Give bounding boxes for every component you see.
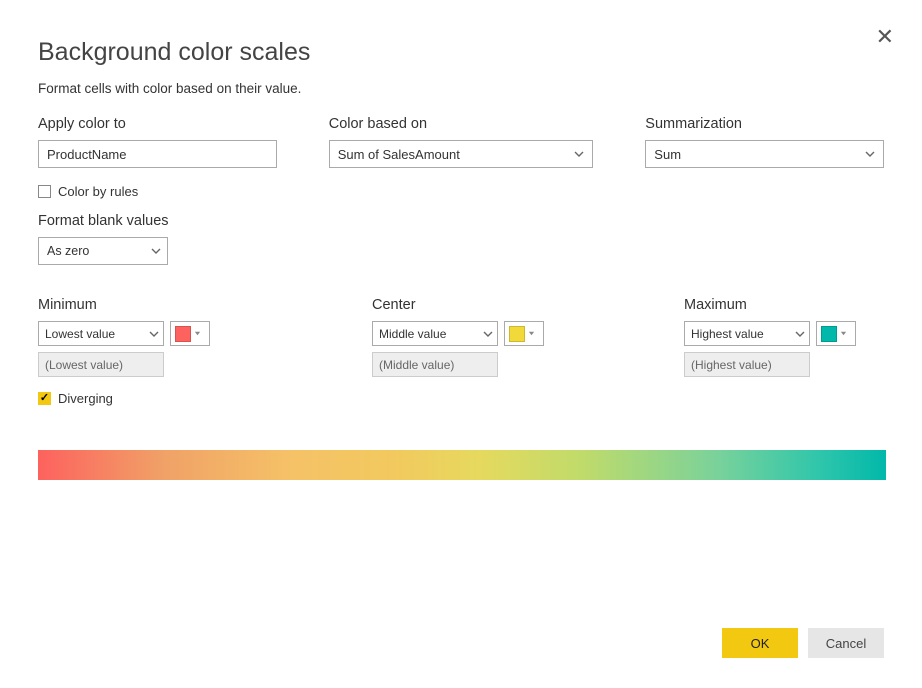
maximum-mode-value: Highest value <box>691 327 764 341</box>
chevron-down-icon <box>574 149 584 159</box>
checkbox-checked-icon <box>38 392 51 405</box>
maximum-label: Maximum <box>684 297 884 313</box>
maximum-value-readout: (Highest value) <box>684 352 810 377</box>
format-blank-label: Format blank values <box>38 213 884 229</box>
summarization-label: Summarization <box>645 116 884 132</box>
maximum-color-picker[interactable] <box>816 321 856 346</box>
center-mode-value: Middle value <box>379 327 446 341</box>
color-based-on-select[interactable]: Sum of SalesAmount <box>329 140 594 168</box>
gradient-preview <box>38 450 886 480</box>
minimum-label: Minimum <box>38 297 238 313</box>
summarization-field: Summarization Sum <box>645 116 884 168</box>
chevron-down-icon <box>865 149 875 159</box>
center-readout-text: (Middle value) <box>379 358 454 372</box>
color-by-rules-label: Color by rules <box>58 184 138 199</box>
cancel-button-label: Cancel <box>826 636 866 651</box>
maximum-group: Maximum Highest value (Highest value) <box>684 297 884 377</box>
ok-button-label: OK <box>751 636 770 651</box>
center-color-picker[interactable] <box>504 321 544 346</box>
top-fields-row: Apply color to ProductName Color based o… <box>38 116 884 168</box>
apply-color-to-value: ProductName <box>47 147 126 162</box>
summarization-select[interactable]: Sum <box>645 140 884 168</box>
minimum-mode-select[interactable]: Lowest value <box>38 321 164 346</box>
minimum-color-swatch <box>175 326 191 342</box>
color-by-rules-checkbox[interactable]: Color by rules <box>38 184 884 199</box>
dropdown-triangle-icon <box>528 330 535 337</box>
chevron-down-icon <box>151 246 161 256</box>
background-color-scales-dialog: ✕ Background color scales Format cells w… <box>0 0 922 688</box>
apply-color-to-field: Apply color to ProductName <box>38 116 277 168</box>
center-mode-select[interactable]: Middle value <box>372 321 498 346</box>
dialog-subtitle: Format cells with color based on their v… <box>38 81 884 96</box>
color-based-on-value: Sum of SalesAmount <box>338 147 460 162</box>
color-based-on-field: Color based on Sum of SalesAmount <box>329 116 594 168</box>
chevron-down-icon <box>149 329 159 339</box>
center-value-readout: (Middle value) <box>372 352 498 377</box>
ok-button[interactable]: OK <box>722 628 798 658</box>
maximum-readout-text: (Highest value) <box>691 358 772 372</box>
dropdown-triangle-icon <box>194 330 201 337</box>
chevron-down-icon <box>795 329 805 339</box>
minimum-readout-text: (Lowest value) <box>45 358 123 372</box>
diverging-label: Diverging <box>58 391 113 406</box>
scale-controls-row: Minimum Lowest value (Lowest value) <box>38 297 884 377</box>
minimum-color-picker[interactable] <box>170 321 210 346</box>
center-group: Center Middle value (Middle value) <box>372 297 572 377</box>
dropdown-triangle-icon <box>840 330 847 337</box>
diverging-checkbox[interactable]: Diverging <box>38 391 884 406</box>
format-blank-select[interactable]: As zero <box>38 237 168 265</box>
close-button[interactable]: ✕ <box>876 26 894 48</box>
minimum-value-readout: (Lowest value) <box>38 352 164 377</box>
chevron-down-icon <box>483 329 493 339</box>
color-based-on-label: Color based on <box>329 116 594 132</box>
checkbox-icon <box>38 185 51 198</box>
dialog-buttons: OK Cancel <box>722 628 884 658</box>
center-label: Center <box>372 297 572 313</box>
close-icon: ✕ <box>876 24 894 49</box>
minimum-mode-value: Lowest value <box>45 327 115 341</box>
minimum-group: Minimum Lowest value (Lowest value) <box>38 297 238 377</box>
maximum-mode-select[interactable]: Highest value <box>684 321 810 346</box>
apply-color-to-input[interactable]: ProductName <box>38 140 277 168</box>
maximum-color-swatch <box>821 326 837 342</box>
apply-color-to-label: Apply color to <box>38 116 277 132</box>
center-color-swatch <box>509 326 525 342</box>
format-blank-value: As zero <box>47 244 89 258</box>
dialog-title: Background color scales <box>38 38 884 67</box>
summarization-value: Sum <box>654 147 681 162</box>
cancel-button[interactable]: Cancel <box>808 628 884 658</box>
